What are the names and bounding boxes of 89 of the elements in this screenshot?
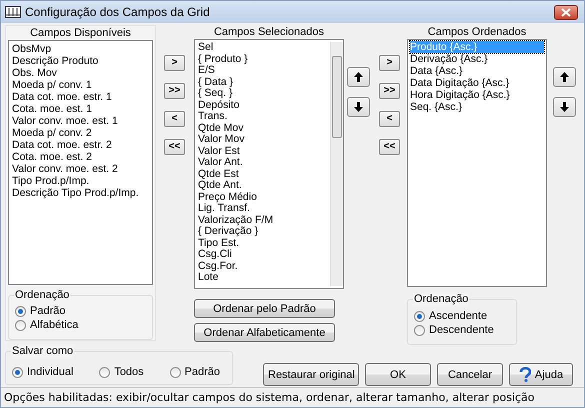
- list-item[interactable]: Data cot. moe. estr. 2: [12, 139, 149, 151]
- radio-button[interactable]: [15, 306, 26, 318]
- list-item[interactable]: Lote: [198, 272, 330, 284]
- radio-button[interactable]: [12, 366, 23, 378]
- radio-label[interactable]: Padrão: [184, 366, 220, 378]
- move-button[interactable]: >: [379, 55, 400, 71]
- arrow-up-icon: [354, 72, 363, 82]
- move-button[interactable]: <: [164, 111, 185, 127]
- sort-button[interactable]: Ordenar pelo Padrão: [194, 299, 335, 318]
- list-heading: Campos Selecionados: [212, 25, 326, 39]
- list-item[interactable]: Data cot. moe. estr. 1: [12, 91, 149, 103]
- ordered-fields-list[interactable]: Produto {Asc.} Derivação {Asc.} Data {Asc.} Data Digitação {Asc.} Hora Digitação {Asc.} Seq. {Asc.}: [407, 39, 547, 288]
- arrow-down-icon: [560, 102, 569, 112]
- dialog-button[interactable]: Restaurar original: [263, 363, 359, 386]
- dialog-button[interactable]: Cancelar: [437, 363, 503, 386]
- list-item[interactable]: { Seq. }: [198, 88, 330, 100]
- list-item[interactable]: Data Digitação {Asc.}: [410, 77, 544, 89]
- arrow-down-icon: [354, 102, 363, 112]
- move-down-button[interactable]: [347, 97, 370, 117]
- list-item[interactable]: Qtde Ant.: [198, 180, 330, 192]
- list-item[interactable]: Moeda p/ conv. 1: [12, 79, 149, 91]
- move-button[interactable]: >: [164, 55, 185, 71]
- list-item[interactable]: Valor Est: [198, 146, 330, 157]
- list-item[interactable]: Valorização F/M: [198, 214, 330, 226]
- list-heading: Campos Ordenados: [426, 25, 528, 39]
- list-item[interactable]: Valor Mov: [198, 134, 330, 146]
- radio-button[interactable]: [15, 320, 26, 332]
- move-button[interactable]: <: [379, 111, 400, 127]
- list-item[interactable]: Trans.: [198, 111, 330, 122]
- move-up-button[interactable]: [347, 67, 370, 87]
- group-title: Ordenação: [14, 288, 70, 302]
- radio-label[interactable]: Ascendente: [429, 310, 488, 323]
- radio-label[interactable]: Padrão: [30, 305, 66, 318]
- list-item[interactable]: E/S: [198, 65, 330, 76]
- list-item[interactable]: Valor Ant.: [198, 157, 330, 168]
- move-button[interactable]: <<: [164, 139, 185, 155]
- list-item[interactable]: Qtde Mov: [198, 122, 330, 134]
- window-title: Configuração dos Campos da Grid: [25, 5, 211, 19]
- radio-button[interactable]: [414, 310, 425, 322]
- radio-label[interactable]: Individual: [27, 366, 74, 378]
- move-button[interactable]: <<: [379, 139, 400, 155]
- dialog-button[interactable]: OK: [365, 363, 431, 386]
- list-item[interactable]: Csg.For.: [198, 260, 330, 272]
- list-item[interactable]: Sel: [198, 42, 330, 54]
- list-item[interactable]: Tipo Est.: [198, 238, 330, 249]
- list-item[interactable]: Tipo Prod.p/Imp.: [12, 175, 149, 187]
- help-icon: [518, 367, 531, 382]
- radio-button[interactable]: [99, 366, 110, 378]
- list-item[interactable]: { Produto }: [198, 54, 330, 65]
- dialog-button[interactable]: Ajuda: [509, 363, 573, 386]
- list-item[interactable]: Obs. Mov: [12, 67, 149, 79]
- list-item[interactable]: Preço Médio: [198, 192, 330, 203]
- close-button[interactable]: [554, 4, 578, 20]
- sort-button[interactable]: Ordenar Alfabeticamente: [194, 323, 335, 342]
- list-item[interactable]: Hora Digitação {Asc.}: [410, 89, 544, 101]
- available-fields-list[interactable]: [8, 40, 153, 285]
- list-item[interactable]: Derivação {Asc.}: [410, 53, 544, 65]
- selected-fields-list[interactable]: Sel { Produto } E/S { Data } { Seq. } Depósito Trans. Qtde Mov Valor Mov Valor Est Valor Ant. Qtde Est Qtde Ant. Preço Médio Lig. Transf. Valorização F/M { Derivação } Tipo Est. Csg.Cli Csg.For. Lote: [194, 39, 344, 289]
- move-button[interactable]: >>: [164, 83, 185, 99]
- radio-button[interactable]: [414, 324, 425, 336]
- list-item[interactable]: Cota. moe. est. 2: [12, 151, 149, 163]
- move-down-button[interactable]: [553, 97, 576, 117]
- list-item[interactable]: Cota. moe. est. 1: [12, 103, 149, 115]
- list-item[interactable]: Lig. Transf.: [198, 203, 330, 214]
- list-item[interactable]: Qtde Est: [198, 168, 330, 180]
- radio-label[interactable]: Alfabética: [30, 319, 78, 332]
- grid-icon: [5, 6, 21, 18]
- radio-label[interactable]: Descendente: [429, 324, 494, 337]
- list-item[interactable]: Descrição Tipo Prod.p/Imp.: [12, 187, 149, 199]
- list-item[interactable]: Depósito: [198, 100, 330, 111]
- list-item[interactable]: Valor conv. moe. est. 2: [12, 163, 149, 175]
- list-item[interactable]: { Data }: [198, 76, 330, 88]
- list-item[interactable]: { Derivação }: [198, 226, 330, 238]
- group-title: Ordenação: [413, 293, 470, 306]
- move-up-button[interactable]: [553, 67, 576, 87]
- list-item[interactable]: ObsMvp: [12, 43, 149, 55]
- close-icon: [561, 8, 571, 16]
- move-button[interactable]: >>: [379, 83, 400, 99]
- arrow-up-icon: [560, 72, 569, 82]
- radio-label[interactable]: Todos: [114, 366, 144, 378]
- scrollbar[interactable]: [330, 42, 343, 286]
- radio-button[interactable]: [170, 366, 180, 378]
- list-item[interactable]: Csg.Cli: [198, 249, 330, 260]
- list-item[interactable]: Moeda p/ conv. 2: [12, 127, 149, 139]
- list-item[interactable]: Seq. {Asc.}: [410, 101, 544, 113]
- list-item[interactable]: Valor conv. moe. est. 1: [12, 115, 149, 127]
- list-heading: Campos Disponíveis: [29, 26, 132, 40]
- list-item[interactable]: Data {Asc.}: [410, 65, 544, 77]
- list-item[interactable]: Descrição Produto: [12, 55, 149, 67]
